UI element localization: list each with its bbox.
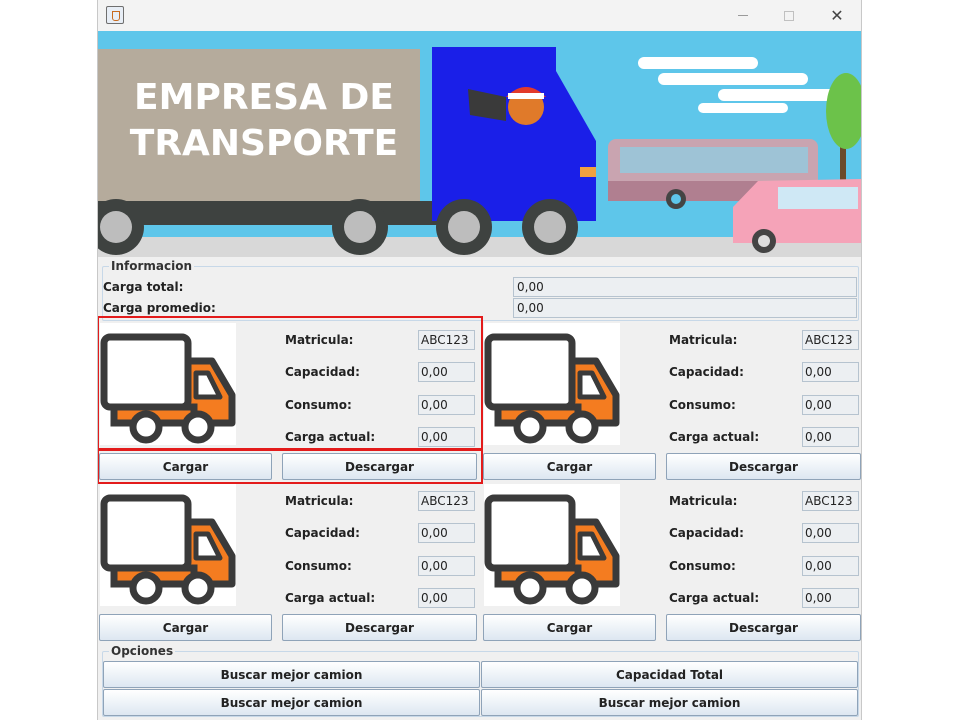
- java-app-icon: [106, 6, 124, 24]
- truck-2-capacidad-field: 0,00: [802, 362, 859, 382]
- truck-4-matricula-label: Matricula:: [669, 494, 738, 508]
- truck-4-descargar-button[interactable]: Descargar: [666, 614, 861, 641]
- title-bar: ✕: [98, 0, 861, 31]
- clouds: [638, 57, 838, 113]
- truck-3-matricula-label: Matricula:: [285, 494, 354, 508]
- truck-4-capacidad-field: 0,00: [802, 523, 859, 543]
- truck-2-image: [484, 323, 620, 445]
- truck-2-consumo-label: Consumo:: [669, 398, 736, 412]
- truck-3-carga-field: 0,00: [418, 588, 475, 608]
- truck-4-matricula-field: ABC123: [802, 491, 859, 511]
- highlight-box-panel: [98, 316, 483, 450]
- maximize-button[interactable]: [766, 0, 812, 31]
- truck-2-matricula-label: Matricula:: [669, 333, 738, 347]
- banner-title-line2: TRANSPORTE: [130, 123, 398, 164]
- maximize-icon: [784, 10, 794, 21]
- truck-2-consumo-field: 0,00: [802, 395, 859, 415]
- banner-illustration: EMPRESA DE TRANSPORTE: [98, 47, 861, 257]
- truck-3-cargar-button[interactable]: Cargar: [99, 614, 272, 641]
- truck-icon: [484, 484, 620, 610]
- minimize-icon: [738, 15, 748, 16]
- truck-3-capacidad-label: Capacidad:: [285, 526, 360, 540]
- banner-image: EMPRESA DE TRANSPORTE: [98, 31, 861, 257]
- truck-icon: [100, 484, 236, 610]
- truck-3-carga-label: Carga actual:: [285, 591, 376, 605]
- truck-3-image: [100, 484, 236, 606]
- truck-icon: [484, 323, 620, 449]
- buscar-mejor-camion-button-3[interactable]: Buscar mejor camion: [481, 689, 858, 716]
- truck-3-capacidad-field: 0,00: [418, 523, 475, 543]
- truck-3-matricula-field: ABC123: [418, 491, 475, 511]
- carga-promedio-field: 0,00: [513, 298, 857, 318]
- informacion-title: Informacion: [109, 259, 195, 273]
- truck-2-carga-label: Carga actual:: [669, 430, 760, 444]
- truck-2-descargar-button[interactable]: Descargar: [666, 453, 861, 480]
- truck-4-consumo-label: Consumo:: [669, 559, 736, 573]
- truck-4-image: [484, 484, 620, 606]
- truck-2-cargar-button[interactable]: Cargar: [483, 453, 656, 480]
- banner-title-line1: EMPRESA DE: [134, 77, 394, 118]
- truck-2-matricula-field: ABC123: [802, 330, 859, 350]
- opciones-title: Opciones: [109, 644, 176, 658]
- truck-4-cargar-button[interactable]: Cargar: [483, 614, 656, 641]
- close-icon: ✕: [830, 6, 844, 25]
- close-button[interactable]: ✕: [814, 0, 860, 31]
- truck-3-consumo-field: 0,00: [418, 556, 475, 576]
- buscar-mejor-camion-button-1[interactable]: Buscar mejor camion: [103, 661, 480, 688]
- truck-2-capacidad-label: Capacidad:: [669, 365, 744, 379]
- carga-total-label: Carga total:: [103, 280, 184, 294]
- highlight-box-buttons: [98, 449, 483, 484]
- carga-total-field: 0,00: [513, 277, 857, 297]
- buscar-mejor-camion-button-2[interactable]: Buscar mejor camion: [103, 689, 480, 716]
- truck-4-carga-field: 0,00: [802, 588, 859, 608]
- truck-2-carga-field: 0,00: [802, 427, 859, 447]
- truck-4-carga-label: Carga actual:: [669, 591, 760, 605]
- truck-3-consumo-label: Consumo:: [285, 559, 352, 573]
- app-window: ✕ EMPRESA DE TRANSPORTE Informacion Carg…: [97, 0, 862, 720]
- carga-promedio-label: Carga promedio:: [103, 301, 216, 315]
- truck-3-descargar-button[interactable]: Descargar: [282, 614, 477, 641]
- capacidad-total-button[interactable]: Capacidad Total: [481, 661, 858, 688]
- minimize-button[interactable]: [720, 0, 766, 31]
- truck-4-consumo-field: 0,00: [802, 556, 859, 576]
- truck-4-capacidad-label: Capacidad:: [669, 526, 744, 540]
